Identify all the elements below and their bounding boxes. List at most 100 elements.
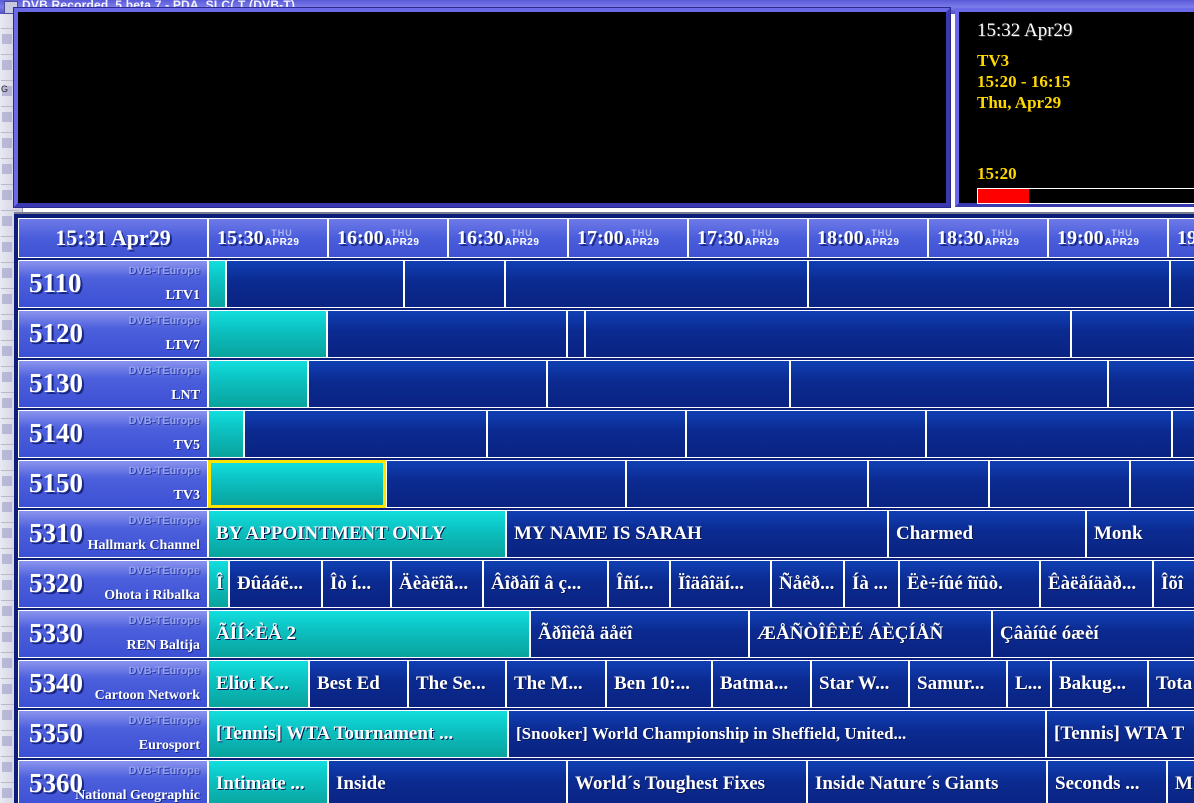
epg-time-slot[interactable]: 19:30THUAPR29 <box>1168 218 1194 258</box>
epg-program-cell[interactable]: Best Ed <box>309 660 408 708</box>
epg-program-cell[interactable]: Äèàëîã... <box>391 560 483 608</box>
epg-program-cell[interactable]: MY NAME IS SARAH <box>506 510 888 558</box>
epg-program-cell[interactable] <box>626 460 868 508</box>
epg-program-cell[interactable]: Îñí... <box>608 560 670 608</box>
epg-program-cell[interactable]: Ãðîìêîå äåëî <box>530 610 749 658</box>
epg-program-cell[interactable] <box>1130 460 1194 508</box>
epg-program-title: Batma... <box>720 673 789 694</box>
epg-time-slot-daydate: APR29 <box>744 237 780 248</box>
epg-channel-cell[interactable]: 5340 DVB-TEurope Cartoon Network <box>18 660 208 708</box>
epg-program-cell[interactable]: Eliot K... <box>208 660 309 708</box>
epg-program-cell[interactable] <box>547 360 790 408</box>
epg-program-cell[interactable]: [Tennis] WTA T <box>1046 710 1194 758</box>
epg-program-cell[interactable]: ÃÎÍ×ÈÅ 2 <box>208 610 530 658</box>
epg-program-cell[interactable] <box>327 310 567 358</box>
epg-program-cell[interactable] <box>1170 260 1194 308</box>
epg-program-cell[interactable]: Star W... <box>811 660 909 708</box>
epg-time-slot[interactable]: 16:00 THU APR29 <box>328 218 448 258</box>
epg-program-cell[interactable]: Tota <box>1148 660 1194 708</box>
epg-program-cell[interactable]: Ñåêð... <box>771 560 844 608</box>
epg-program-cell[interactable] <box>404 260 505 308</box>
epg-program-cell[interactable]: M <box>1167 760 1194 803</box>
epg-program-cell[interactable]: Bakug... <box>1051 660 1148 708</box>
epg-channel-cell[interactable]: 5140 DVB-TEurope TV5 <box>18 410 208 458</box>
epg-time-slot[interactable]: 19:00 THU APR29 <box>1048 218 1168 258</box>
epg-channel-cell[interactable]: 5360 DVB-TEurope National Geographic <box>18 760 208 803</box>
epg-program-cell[interactable]: [Snooker] World Championship in Sheffiel… <box>508 710 1046 758</box>
epg-program-cell[interactable] <box>244 410 487 458</box>
epg-program-cell[interactable]: Charmed <box>888 510 1086 558</box>
epg-program-cell[interactable]: Ëè÷íûé îïûò. <box>899 560 1040 608</box>
epg-channel-cell[interactable]: 5350 DVB-TEurope Eurosport <box>18 710 208 758</box>
epg-channel-cell[interactable]: 5310 DVB-TEurope Hallmark Channel <box>18 510 208 558</box>
epg-channel-network: DVB-TEurope <box>128 365 201 377</box>
epg-program-cell[interactable] <box>1071 310 1194 358</box>
epg-program-cell[interactable] <box>1172 410 1194 458</box>
epg-program-cell[interactable] <box>208 260 226 308</box>
epg-program-cell[interactable] <box>308 360 547 408</box>
background-file-icon <box>2 632 12 642</box>
epg-program-cell[interactable] <box>208 360 308 408</box>
epg-grid[interactable]: 15:31 Apr29 15:30 THU APR29 16:00 THU APR29 16:… <box>14 212 1194 803</box>
epg-channel-cell[interactable]: 5150 DVB-TEurope TV3 <box>18 460 208 508</box>
epg-channel-row: 5150 DVB-TEurope TV3 <box>18 460 1194 510</box>
epg-program-cell[interactable]: Âîðàíî â ç... <box>483 560 608 608</box>
epg-program-cell[interactable]: L... <box>1007 660 1051 708</box>
epg-channel-cell[interactable]: 5110 DVB-TEurope LTV1 <box>18 260 208 308</box>
epg-program-cell[interactable]: Inside <box>328 760 567 803</box>
epg-program-cell[interactable]: Î <box>208 560 229 608</box>
video-preview-panel[interactable] <box>13 7 951 208</box>
epg-program-cell[interactable]: Ïîäâîäí... <box>670 560 771 608</box>
epg-program-cell[interactable] <box>208 310 327 358</box>
epg-program-cell[interactable]: BY APPOINTMENT ONLY <box>208 510 506 558</box>
epg-program-cell[interactable]: Êàëåíäàð... <box>1040 560 1153 608</box>
epg-channel-name: Cartoon Network <box>94 688 200 703</box>
epg-program-cell[interactable]: The M... <box>506 660 606 708</box>
background-file-icon <box>2 164 12 174</box>
epg-channel-cell[interactable]: 5320 DVB-TEurope Ohota i Ribalka <box>18 560 208 608</box>
epg-program-cell[interactable]: Inside Nature´s Giants <box>807 760 1047 803</box>
epg-program-title: Îñí... <box>616 573 654 594</box>
epg-program-cell[interactable] <box>1108 360 1194 408</box>
epg-time-slot[interactable]: 18:00 THU APR29 <box>808 218 928 258</box>
epg-program-cell[interactable] <box>686 410 926 458</box>
dvb-viewer-window: 15:32 Apr29 TV3 15:20 - 16:15 Thu, Apr29… <box>13 7 1194 803</box>
epg-program-cell[interactable] <box>208 410 244 458</box>
epg-program-cell[interactable] <box>386 460 626 508</box>
epg-channel-number: 5350 <box>29 718 83 748</box>
epg-program-cell[interactable]: Îò í... <box>322 560 391 608</box>
epg-program-cell[interactable]: World´s Toughest Fixes <box>567 760 807 803</box>
epg-program-cell[interactable]: Intimate ... <box>208 760 328 803</box>
epg-program-cell[interactable] <box>567 310 585 358</box>
epg-time-slot[interactable]: 18:30 THU APR29 <box>928 218 1048 258</box>
epg-time-slot[interactable]: 17:00 THU APR29 <box>568 218 688 258</box>
epg-program-cell[interactable] <box>585 310 1071 358</box>
epg-program-cell[interactable]: Îõî <box>1153 560 1194 608</box>
epg-program-cell[interactable]: Seconds ... <box>1047 760 1167 803</box>
epg-program-cell[interactable] <box>505 260 808 308</box>
epg-time-slot[interactable]: 17:30 THU APR29 <box>688 218 808 258</box>
epg-program-cell[interactable] <box>868 460 989 508</box>
epg-channel-cell[interactable]: 5120 DVB-TEurope LTV7 <box>18 310 208 358</box>
epg-program-cell[interactable]: Batma... <box>712 660 811 708</box>
epg-program-cell[interactable]: Ben 10:... <box>606 660 712 708</box>
epg-time-slot[interactable]: 15:30 THU APR29 <box>208 218 328 258</box>
epg-program-cell[interactable]: Íà ... <box>844 560 899 608</box>
epg-program-cell[interactable] <box>208 460 386 508</box>
epg-program-cell[interactable]: Ðûááë... <box>229 560 322 608</box>
epg-program-cell[interactable] <box>790 360 1108 408</box>
epg-program-cell[interactable]: Samur... <box>909 660 1007 708</box>
epg-program-cell[interactable] <box>926 410 1172 458</box>
epg-program-cell[interactable] <box>989 460 1130 508</box>
epg-program-cell[interactable]: Monk <box>1086 510 1194 558</box>
epg-program-cell[interactable] <box>487 410 686 458</box>
epg-time-slot[interactable]: 16:30 THU APR29 <box>448 218 568 258</box>
epg-program-cell[interactable]: Çâàíûé óæèí <box>992 610 1194 658</box>
epg-channel-cell[interactable]: 5330 DVB-TEurope REN Baltija <box>18 610 208 658</box>
epg-program-cell[interactable] <box>808 260 1170 308</box>
epg-program-cell[interactable]: The Se... <box>408 660 506 708</box>
epg-program-cell[interactable]: ÆÅÑÒÎÊÈÉ ÁÈÇÍÅÑ <box>749 610 992 658</box>
epg-program-cell[interactable]: [Tennis] WTA Tournament ... <box>208 710 508 758</box>
epg-program-cell[interactable] <box>226 260 404 308</box>
epg-channel-cell[interactable]: 5130 DVB-TEurope LNT <box>18 360 208 408</box>
